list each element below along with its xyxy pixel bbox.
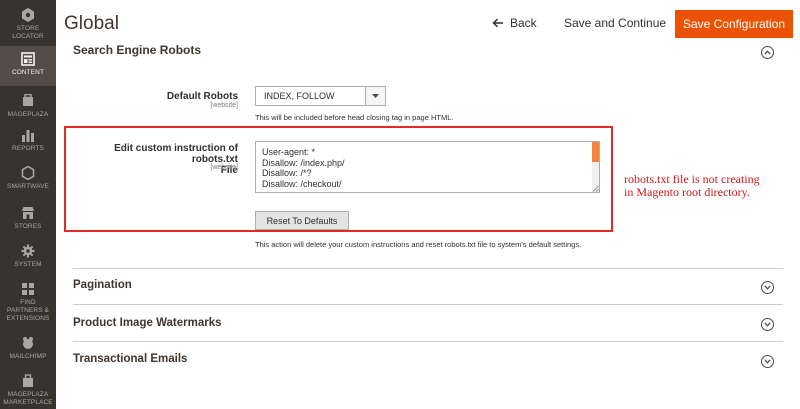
nav-reports[interactable]: REPORTS	[0, 128, 56, 153]
default-robots-hint: This will be included before head closin…	[255, 113, 454, 122]
reset-hint: This action will delete your custom inst…	[255, 240, 582, 249]
default-robots-value: INDEX, FOLLOW	[264, 91, 335, 101]
nav-label: PARTNERS &	[7, 307, 49, 314]
nav-mailchimp[interactable]: MAILCHIMP	[0, 336, 56, 361]
section-title-product-image-watermarks[interactable]: Product Image Watermarks	[73, 317, 221, 329]
stores-icon	[22, 207, 34, 219]
nav-system[interactable]: SYSTEM	[0, 244, 56, 269]
nav-label: STORE	[16, 25, 40, 32]
mailchimp-icon	[23, 337, 33, 349]
gear-icon	[21, 244, 35, 258]
back-label: Back	[510, 16, 537, 30]
nav-label: MAILCHIMP	[9, 353, 47, 360]
back-button[interactable]: Back	[492, 16, 537, 30]
nav-label: MARKETPLACE	[3, 399, 53, 406]
default-robots-label: Default Robots	[166, 91, 238, 102]
expand-toggle-pagination[interactable]	[761, 281, 774, 294]
section-divider	[73, 304, 783, 305]
default-robots-select[interactable]: INDEX, FOLLOW	[255, 86, 386, 106]
section-divider	[73, 268, 783, 269]
textarea-line: Disallow: /checkout/	[262, 178, 342, 189]
marketplace-icon	[23, 374, 33, 387]
resize-handle-icon[interactable]	[592, 185, 599, 192]
custom-robots-textarea[interactable]: User-agent: * Disallow: /index.php/ Disa…	[255, 141, 600, 193]
section-title-pagination[interactable]: Pagination	[73, 279, 132, 291]
reset-to-defaults-button[interactable]: Reset To Defaults	[255, 211, 349, 230]
textarea-line: Disallow: /*?	[262, 168, 312, 178]
nav-label: CONTENT	[11, 69, 45, 76]
nav-stores[interactable]: STORES	[0, 206, 56, 231]
expand-toggle-watermarks[interactable]	[761, 318, 774, 331]
nav-label: STORES	[14, 223, 42, 230]
section-title-transactional-emails[interactable]: Transactional Emails	[73, 353, 187, 365]
custom-robots-label: Edit custom instruction of robots.txt Fi…	[72, 143, 238, 176]
nav-marketplace[interactable]: MAGEPLAZA MARKETPLACE	[0, 374, 56, 407]
textarea-scrollbar-thumb[interactable]	[592, 142, 599, 162]
nav-mageplaza[interactable]: MAGEPLAZA	[0, 94, 56, 119]
expand-toggle-transactional-emails[interactable]	[761, 355, 774, 368]
textarea-line: User-agent: *	[262, 147, 316, 157]
default-robots-scope: [website]	[210, 102, 238, 109]
nav-label: MAGEPLAZA	[7, 111, 49, 118]
dropdown-arrow-icon[interactable]	[365, 87, 385, 105]
nav-label: EXTENSIONS	[6, 315, 50, 322]
collapse-toggle[interactable]	[761, 46, 774, 59]
page-header: Global Back Save and Continue Save Confi…	[56, 0, 800, 46]
nav-label: MAGEPLAZA	[7, 391, 49, 398]
nav-label: LOCATOR	[12, 33, 44, 40]
mageplaza-icon	[23, 94, 33, 106]
save-and-continue-button[interactable]: Save and Continue	[564, 16, 666, 30]
nav-find-partners[interactable]: FIND PARTNERS & EXTENSIONS	[0, 282, 56, 323]
nav-label: REPORTS	[11, 145, 44, 152]
custom-robots-scope: [website]	[210, 164, 238, 171]
admin-sidebar: STORE LOCATOR CONTENT MAGEPLAZA REPORTS …	[0, 0, 56, 409]
partners-icon	[22, 283, 34, 295]
page-title: Global	[64, 13, 119, 34]
config-content: Search Engine Robots Default Robots [web…	[56, 43, 800, 409]
smartwave-icon	[21, 166, 35, 180]
nav-label: SYSTEM	[14, 261, 42, 268]
reports-icon	[22, 130, 34, 142]
nav-label: FIND	[20, 299, 36, 306]
nav-store-locator[interactable]: STORE LOCATOR	[0, 8, 56, 41]
section-divider	[73, 341, 783, 342]
annotation-note: robots.txt file is not creating in Magen…	[624, 173, 760, 199]
save-configuration-button[interactable]: Save Configuration	[675, 10, 793, 38]
annotation-line: in Magento root directory.	[624, 185, 750, 199]
arrow-left-icon	[492, 18, 503, 28]
section-title-search-engine-robots[interactable]: Search Engine Robots	[73, 43, 201, 57]
chevron-up-icon	[764, 50, 771, 55]
chevron-down-icon	[764, 359, 771, 364]
textarea-line: Disallow: /index.php/	[262, 157, 345, 168]
store-locator-icon	[22, 8, 34, 22]
textarea-content: User-agent: * Disallow: /index.php/ Disa…	[262, 147, 345, 189]
chevron-down-icon	[764, 285, 771, 290]
chevron-down-icon	[764, 322, 771, 327]
custom-robots-label-line: Edit custom instruction of robots.txt	[114, 143, 238, 165]
nav-smartwave[interactable]: SMARTWAVE	[0, 166, 56, 191]
nav-content[interactable]: CONTENT	[0, 46, 56, 86]
content-icon	[21, 52, 35, 66]
nav-label: SMARTWAVE	[7, 183, 49, 190]
